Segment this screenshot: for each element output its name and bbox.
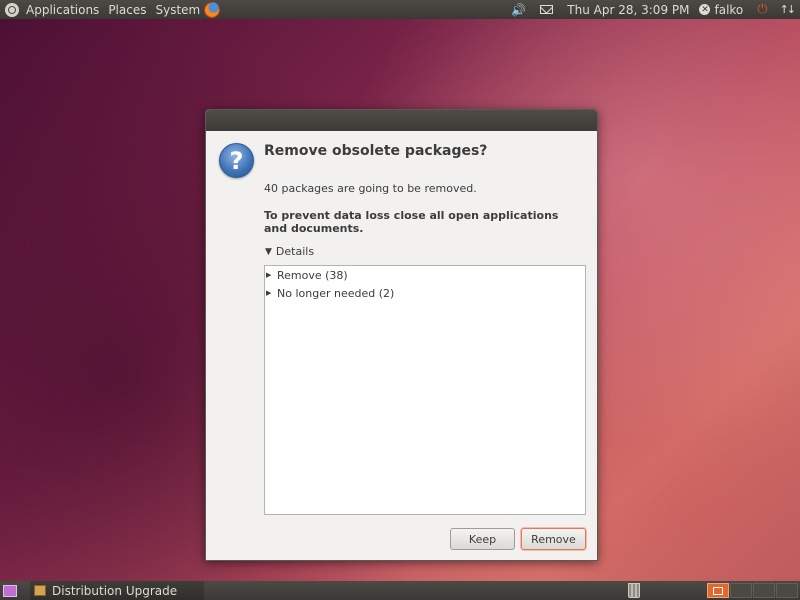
package-icon bbox=[34, 585, 46, 596]
trash-icon[interactable] bbox=[628, 583, 640, 598]
show-desktop-icon[interactable] bbox=[3, 584, 17, 597]
details-expander[interactable]: ▼ Details bbox=[265, 245, 314, 258]
keep-button[interactable]: Keep bbox=[450, 528, 515, 550]
taskbar-window-button[interactable]: Distribution Upgrade bbox=[30, 581, 204, 600]
system-tray: 🔊 Thu Apr 28, 3:09 PM ✕ falko ⏻ ↑↓ bbox=[511, 0, 800, 19]
bottom-panel: Distribution Upgrade bbox=[0, 581, 800, 600]
tree-row-remove[interactable]: ▶ Remove (38) bbox=[265, 266, 585, 284]
top-panel: Applications Places System 🔊 Thu Apr 28,… bbox=[0, 0, 800, 19]
expand-arrow-icon[interactable]: ▶ bbox=[266, 289, 277, 297]
dialog-warning: To prevent data loss close all open appl… bbox=[264, 209, 559, 235]
workspace-4[interactable] bbox=[776, 583, 798, 598]
menu-applications[interactable]: Applications bbox=[26, 3, 99, 17]
dialog-titlebar[interactable] bbox=[206, 110, 597, 131]
expander-down-arrow-icon: ▼ bbox=[265, 246, 272, 257]
dialog-message: 40 packages are going to be removed. bbox=[264, 182, 477, 195]
dialog-title: Remove obsolete packages? bbox=[264, 143, 488, 159]
tree-row-label: No longer needed (2) bbox=[277, 286, 395, 300]
mail-icon[interactable] bbox=[540, 5, 554, 14]
user-name[interactable]: falko bbox=[714, 3, 743, 17]
power-icon[interactable]: ⏻ bbox=[757, 2, 767, 17]
tree-row-no-longer-needed[interactable]: ▶ No longer needed (2) bbox=[265, 284, 585, 302]
tree-row-label: Remove (38) bbox=[277, 268, 348, 282]
expand-arrow-icon[interactable]: ▶ bbox=[266, 271, 277, 279]
menu-places[interactable]: Places bbox=[108, 3, 146, 17]
volume-icon[interactable]: 🔊 bbox=[511, 3, 526, 17]
network-transfer-icon[interactable]: ↑↓ bbox=[780, 3, 797, 16]
ubuntu-logo-icon[interactable] bbox=[5, 2, 19, 17]
package-tree-view[interactable]: ▶ Remove (38) ▶ No longer needed (2) bbox=[264, 265, 586, 515]
clock[interactable]: Thu Apr 28, 3:09 PM bbox=[567, 3, 689, 17]
workspace-3[interactable] bbox=[753, 583, 775, 598]
question-icon: ? bbox=[219, 143, 254, 178]
task-label: Distribution Upgrade bbox=[52, 583, 178, 598]
firefox-icon[interactable] bbox=[204, 1, 221, 18]
details-label: Details bbox=[275, 245, 315, 258]
workspace-2[interactable] bbox=[730, 583, 752, 598]
menu-system[interactable]: System bbox=[155, 3, 200, 17]
remove-packages-dialog: ? Remove obsolete packages? 40 packages … bbox=[205, 109, 598, 561]
user-status-icon[interactable]: ✕ bbox=[699, 4, 711, 15]
remove-button[interactable]: Remove bbox=[521, 528, 586, 550]
workspace-1[interactable] bbox=[707, 583, 729, 598]
